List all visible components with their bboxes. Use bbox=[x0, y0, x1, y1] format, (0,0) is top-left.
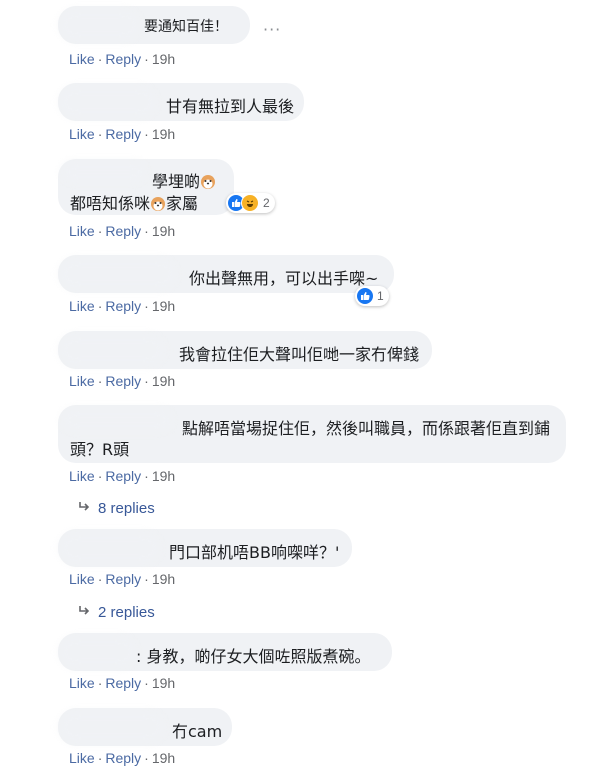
comment-actions: Like · Reply · 19h bbox=[69, 51, 176, 67]
blurred-name bbox=[60, 10, 140, 40]
dog-emoji-icon bbox=[201, 175, 216, 189]
like-link[interactable]: Like bbox=[69, 223, 95, 239]
comment-actions: Like · Reply · 19h bbox=[69, 223, 176, 239]
like-link[interactable]: Like bbox=[69, 468, 95, 484]
timestamp: 19h bbox=[151, 51, 176, 67]
comment-text: 都唔知係咪 家屬 bbox=[70, 194, 199, 213]
timestamp: 19h bbox=[151, 126, 176, 142]
blurred-name bbox=[60, 335, 164, 365]
comment-text: 學埋啲 bbox=[152, 168, 216, 192]
comment-actions: Like · Reply · 19h bbox=[69, 373, 176, 389]
comment-actions: Like · Reply · 19h bbox=[69, 126, 176, 142]
comment-text: 甘有無拉到人最後 bbox=[166, 97, 295, 116]
reaction-summary[interactable]: 2 bbox=[226, 193, 275, 213]
reply-link[interactable]: Reply bbox=[105, 223, 141, 239]
more-options-icon[interactable]: ··· bbox=[263, 20, 281, 39]
like-link[interactable]: Like bbox=[69, 675, 95, 691]
blurred-name bbox=[60, 87, 156, 117]
blurred-name bbox=[60, 637, 136, 667]
timestamp: 19h bbox=[151, 298, 176, 314]
timestamp: 19h bbox=[151, 468, 176, 484]
view-replies-link[interactable]: 2 replies bbox=[78, 604, 155, 621]
blurred-name bbox=[62, 409, 172, 431]
timestamp: 19h bbox=[151, 373, 176, 389]
reply-link[interactable]: Reply bbox=[105, 675, 141, 691]
comment-text: 我會拉住佢大聲叫佢哋一家冇俾錢 bbox=[179, 345, 420, 364]
timestamp: 19h bbox=[151, 571, 176, 587]
comment-text: 頭？R頭 bbox=[70, 440, 130, 459]
reply-link[interactable]: Reply bbox=[105, 373, 141, 389]
comment-text: : 身教，啲仔女大個咗照版煮碗。 bbox=[136, 647, 371, 666]
blurred-name bbox=[62, 162, 146, 182]
comment-text: 點解唔當場捉住佢，然後叫職員，而係跟著佢直到鋪 bbox=[182, 419, 551, 438]
reply-link[interactable]: Reply bbox=[105, 51, 141, 67]
comment-text: 你出聲無用，可以出手㗎~ bbox=[189, 269, 379, 288]
dog-emoji-icon bbox=[151, 197, 166, 211]
reply-link[interactable]: Reply bbox=[105, 468, 141, 484]
blurred-name bbox=[60, 259, 176, 289]
reply-link[interactable]: Reply bbox=[105, 298, 141, 314]
reply-link[interactable]: Reply bbox=[105, 571, 141, 587]
like-reaction-icon bbox=[357, 288, 373, 304]
reply-link[interactable]: Reply bbox=[105, 126, 141, 142]
view-replies-link[interactable]: 8 replies bbox=[78, 500, 155, 517]
like-link[interactable]: Like bbox=[69, 750, 95, 766]
comment-text: 門口部机唔BB响㗎咩？' bbox=[169, 543, 340, 562]
reply-arrow-icon bbox=[78, 604, 98, 621]
like-link[interactable]: Like bbox=[69, 51, 95, 67]
reply-arrow-icon bbox=[78, 500, 98, 517]
timestamp: 19h bbox=[151, 223, 176, 239]
comment-actions: Like · Reply · 19h bbox=[69, 298, 176, 314]
timestamp: 19h bbox=[151, 750, 176, 766]
comment-text: 要通知百佳！ bbox=[144, 19, 228, 35]
comment-text: 冇cam bbox=[172, 722, 223, 741]
like-link[interactable]: Like bbox=[69, 126, 95, 142]
comment-actions: Like · Reply · 19h bbox=[69, 571, 176, 587]
haha-reaction-icon bbox=[241, 194, 259, 212]
comment-actions: Like · Reply · 19h bbox=[69, 468, 176, 484]
timestamp: 19h bbox=[151, 675, 176, 691]
like-link[interactable]: Like bbox=[69, 373, 95, 389]
blurred-name bbox=[60, 712, 164, 742]
reaction-summary[interactable]: 1 bbox=[355, 286, 389, 306]
blurred-name bbox=[60, 533, 160, 563]
comment-actions: Like · Reply · 19h bbox=[69, 675, 176, 691]
like-link[interactable]: Like bbox=[69, 571, 95, 587]
like-link[interactable]: Like bbox=[69, 298, 95, 314]
reply-link[interactable]: Reply bbox=[105, 750, 141, 766]
comment-actions: Like · Reply · 19h bbox=[69, 750, 176, 766]
